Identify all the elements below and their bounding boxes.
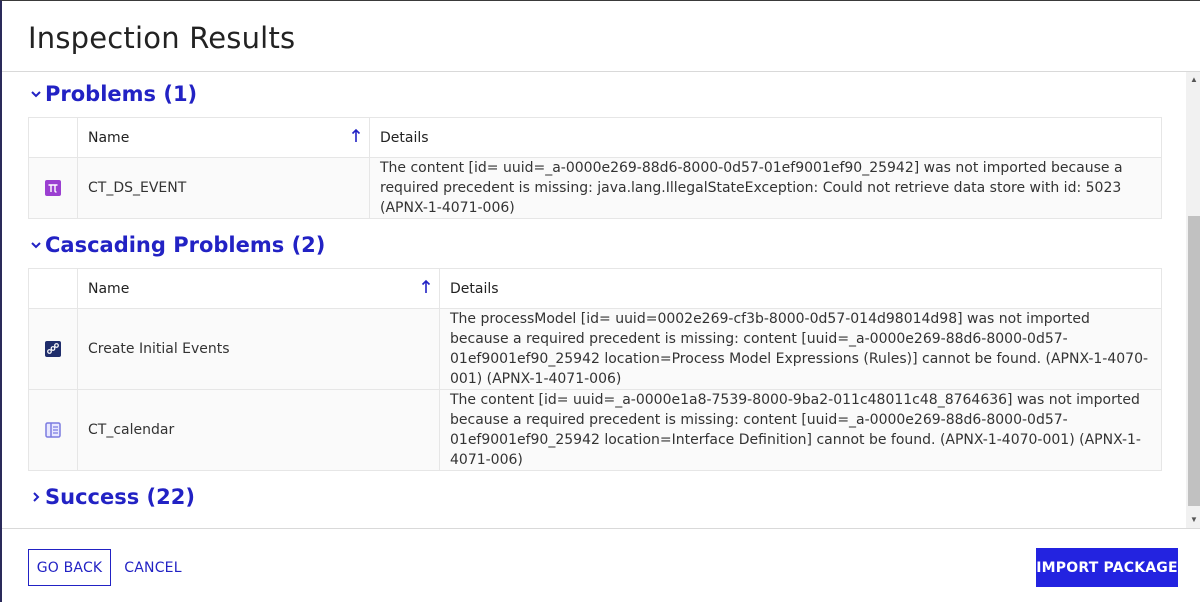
vertical-scrollbar[interactable]: ▲ ▼ — [1186, 72, 1200, 528]
chevron-down-icon — [28, 237, 44, 253]
row-details: The processModel [id= uuid=0002e269-cf3b… — [439, 308, 1162, 390]
column-header-label: Name — [88, 280, 130, 297]
row-name: CT_DS_EVENT — [77, 157, 370, 219]
name-column-header[interactable]: Name — [77, 268, 440, 309]
row-icon-cell — [28, 389, 78, 471]
name-column-header[interactable]: Name — [77, 117, 370, 158]
success-section-title: Success (22) — [45, 485, 195, 509]
scrollbar-thumb[interactable] — [1188, 216, 1200, 506]
cancel-button[interactable]: CANCEL — [120, 549, 186, 586]
icon-column-header — [28, 268, 78, 309]
chevron-right-icon — [28, 489, 44, 505]
process-model-icon — [45, 341, 61, 357]
row-icon-cell — [28, 157, 78, 219]
table-row: Create Initial Events The processModel [… — [28, 308, 1162, 390]
scroll-up-arrow-icon[interactable]: ▲ — [1186, 72, 1200, 88]
interface-icon — [45, 422, 61, 438]
sort-ascending-icon[interactable] — [351, 128, 361, 144]
inspection-results-dialog: Inspection Results Problems (1) Name Det… — [0, 0, 1200, 602]
row-name: CT_calendar — [77, 389, 440, 471]
row-details: The content [id= uuid=_a-0000e269-88d6-8… — [369, 157, 1162, 219]
icon-column-header — [28, 117, 78, 158]
scroll-down-arrow-icon[interactable]: ▼ — [1186, 512, 1200, 528]
column-header-label: Details — [380, 129, 429, 146]
dialog-title: Inspection Results — [28, 21, 296, 55]
row-name: Create Initial Events — [77, 308, 440, 390]
table-row: CT_DS_EVENT The content [id= uuid=_a-000… — [28, 157, 1162, 219]
details-column-header: Details — [369, 117, 1162, 158]
footer-divider — [2, 528, 1200, 529]
pi-icon — [45, 180, 61, 196]
table-row: CT_calendar The content [id= uuid=_a-000… — [28, 389, 1162, 471]
import-package-button[interactable]: IMPORT PACKAGE — [1036, 548, 1178, 587]
problems-table: Name Details CT_DS_EVENT The content [id… — [28, 117, 1162, 219]
row-icon-cell — [28, 308, 78, 390]
go-back-button[interactable]: GO BACK — [28, 549, 111, 586]
column-header-label: Name — [88, 129, 130, 146]
chevron-down-icon — [28, 86, 44, 102]
cascading-problems-table: Name Details Create Initial Events The p… — [28, 268, 1162, 471]
problems-section-title: Problems (1) — [45, 82, 198, 106]
cascading-problems-section-toggle[interactable]: Cascading Problems (2) — [28, 233, 325, 257]
results-content: Problems (1) Name Details CT_DS_EVENT Th… — [2, 72, 1186, 528]
success-section-toggle[interactable]: Success (22) — [28, 485, 195, 509]
details-column-header: Details — [439, 268, 1162, 309]
row-details: The content [id= uuid=_a-0000e1a8-7539-8… — [439, 389, 1162, 471]
problems-section-toggle[interactable]: Problems (1) — [28, 82, 197, 106]
column-header-label: Details — [450, 280, 499, 297]
sort-ascending-icon[interactable] — [421, 279, 431, 295]
cascading-problems-section-title: Cascading Problems (2) — [45, 233, 326, 257]
